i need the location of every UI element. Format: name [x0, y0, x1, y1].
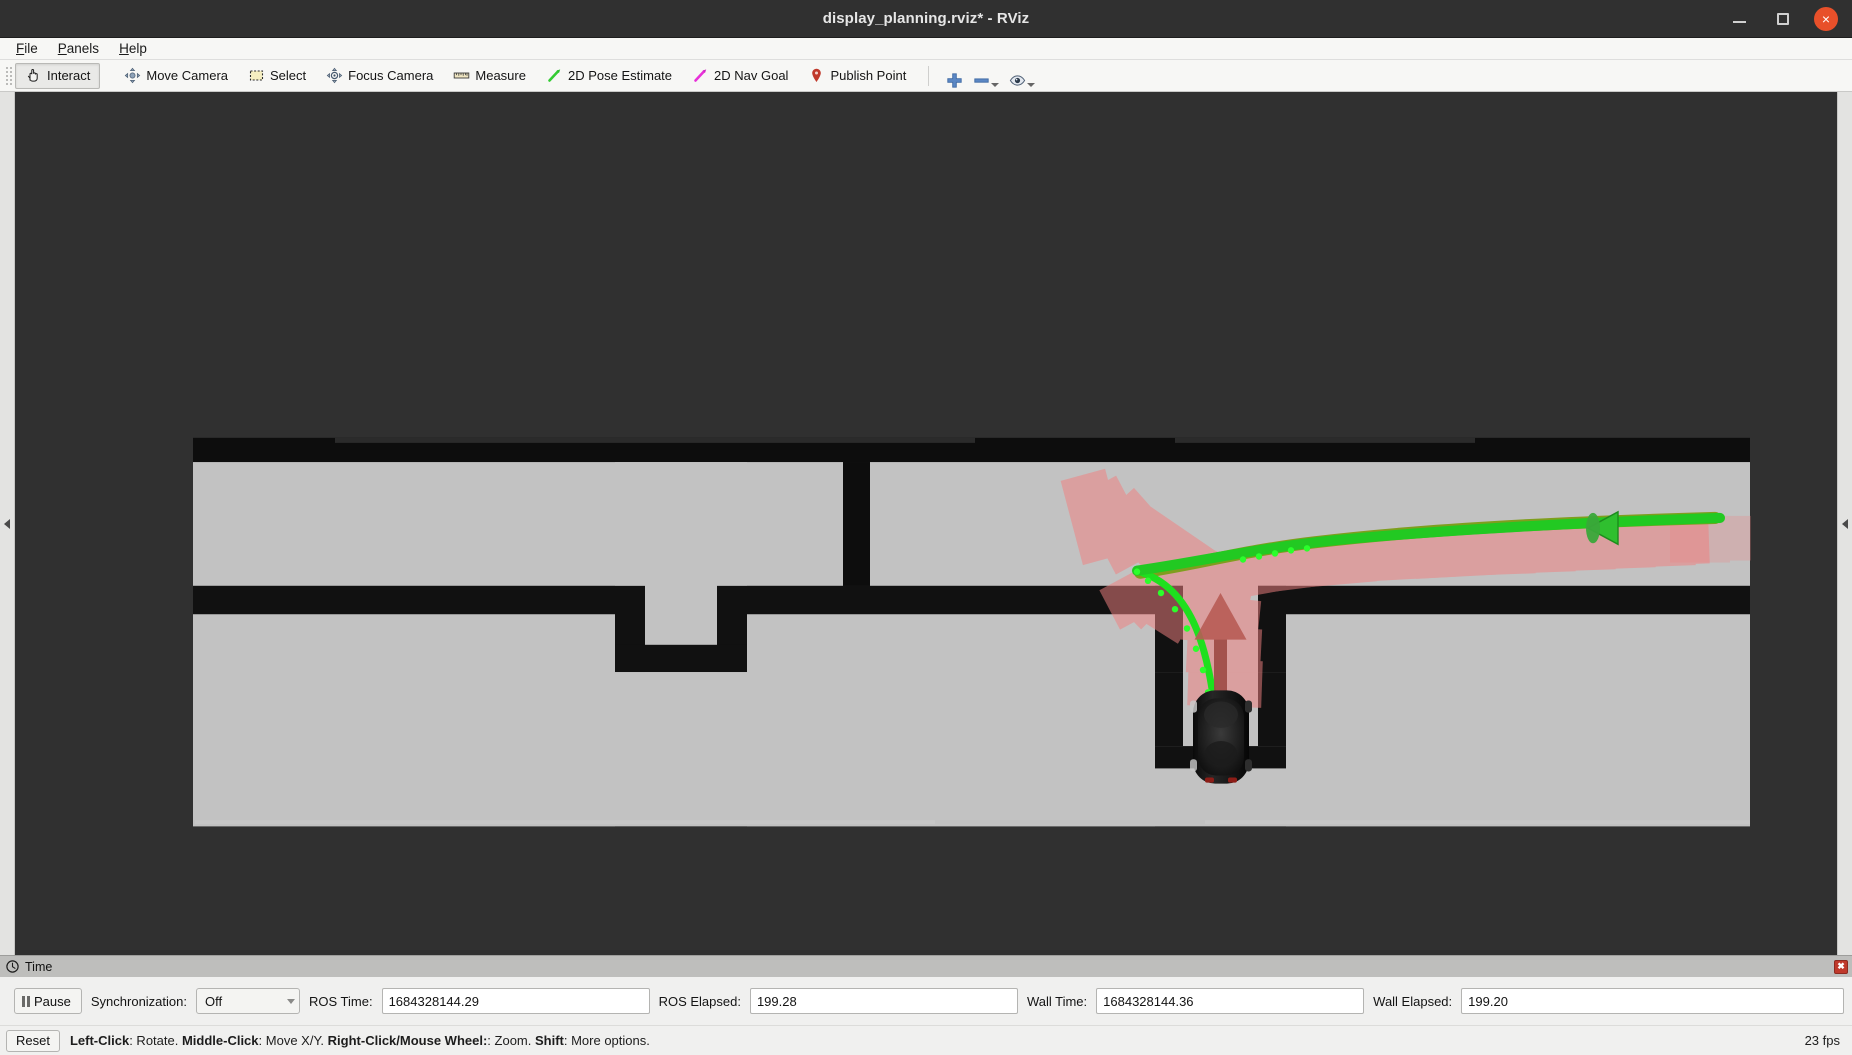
plus-icon	[947, 72, 962, 88]
title-bar: display_planning.rviz* - RViz ×	[0, 0, 1852, 38]
tool-publish-point-label: Publish Point	[830, 68, 907, 83]
expand-right-panel-icon[interactable]	[1842, 518, 1848, 529]
tool-focus-camera[interactable]: Focus Camera	[316, 63, 443, 89]
time-panel-title: Time	[25, 959, 53, 974]
wall-time-value: 1684328144.36	[1103, 993, 1194, 1009]
pause-button[interactable]: Pause	[14, 988, 82, 1014]
wall-time-label: Wall Time:	[1026, 993, 1088, 1009]
select-rectangle-icon	[249, 70, 264, 81]
magenta-arrow-icon	[694, 69, 707, 82]
move-camera-icon	[125, 67, 141, 84]
ros-time-value: 1684328144.29	[388, 993, 479, 1009]
ros-time-label: ROS Time:	[309, 993, 373, 1009]
synchronization-value: Off	[205, 993, 223, 1009]
chevron-down-icon[interactable]	[991, 82, 1000, 87]
menu-file-mnemonic: F	[16, 41, 25, 56]
tool-select-label: Select	[270, 68, 307, 83]
hint-left-click-rest: : Rotate.	[129, 1033, 182, 1048]
reset-button-label: Reset	[16, 1033, 50, 1048]
tool-2d-nav-goal[interactable]: 2D Nav Goal	[682, 63, 798, 89]
hint-middle-click: Middle-Click	[181, 1033, 259, 1048]
menu-panels-label: anels	[66, 41, 100, 56]
hint-right-click: Right-Click/Mouse Wheel:	[327, 1033, 488, 1048]
menu-help-label: elp	[128, 41, 147, 56]
chevron-down-icon	[287, 998, 295, 1004]
ros-time-field[interactable]: 1684328144.29	[381, 988, 650, 1014]
toolbar-drag-handle[interactable]	[4, 64, 12, 87]
add-tool-button[interactable]	[941, 63, 968, 89]
time-panel: Pause Synchronization: Off ROS Time: 168…	[0, 977, 1852, 1025]
map-pin-icon	[812, 68, 822, 82]
expand-left-panel-icon[interactable]	[4, 518, 10, 529]
menu-help[interactable]: Help	[109, 39, 157, 58]
map-structure	[193, 437, 1750, 827]
tool-2d-nav-goal-label: 2D Nav Goal	[714, 68, 789, 83]
tool-interact-label: Interact	[47, 68, 91, 83]
wall-elapsed-value: 199.20	[1468, 993, 1508, 1009]
view-area	[0, 92, 1852, 955]
window-controls: ×	[1726, 6, 1852, 32]
tool-move-camera[interactable]: Move Camera	[114, 63, 238, 89]
robot-model	[1190, 690, 1252, 784]
toolbar-divider	[928, 65, 930, 86]
hint-shift-rest: : More options.	[563, 1033, 650, 1048]
window-title: display_planning.rviz* - RViz	[822, 10, 1030, 27]
menu-file[interactable]: File	[6, 39, 48, 58]
synchronization-select[interactable]: Off	[196, 988, 300, 1014]
pause-button-label: Pause	[34, 993, 71, 1009]
menu-help-mnemonic: H	[119, 41, 129, 56]
maximize-icon[interactable]	[1770, 6, 1796, 32]
tool-focus-camera-label: Focus Camera	[348, 68, 434, 83]
tool-interact[interactable]: Interact	[15, 62, 101, 89]
focus-camera-icon	[326, 67, 343, 84]
close-icon[interactable]: ×	[1814, 6, 1838, 31]
menu-file-label: ile	[24, 41, 38, 56]
remove-tool-button[interactable]	[968, 63, 1004, 89]
tool-2d-pose-estimate-label: 2D Pose Estimate	[567, 68, 673, 83]
hint-left-click: Left-Click	[69, 1033, 130, 1048]
occupancy-map-scene	[15, 92, 1837, 955]
views-panel-handle[interactable]	[1837, 92, 1852, 955]
wall-time-field[interactable]: 1684328144.36	[1096, 988, 1365, 1014]
hint-middle-click-rest: : Move X/Y.	[258, 1033, 328, 1048]
wall-elapsed-label: Wall Elapsed:	[1373, 993, 1453, 1009]
hint-shift: Shift	[534, 1033, 564, 1048]
wall-elapsed-field[interactable]: 199.20	[1461, 988, 1844, 1014]
tool-bar: Interact Move Camera Select Focus Camera…	[0, 60, 1852, 92]
displays-panel-handle[interactable]	[0, 92, 15, 955]
chevron-down-icon[interactable]	[1027, 82, 1036, 87]
ros-elapsed-field[interactable]: 199.28	[749, 988, 1018, 1014]
eye-icon	[1010, 74, 1026, 86]
ros-elapsed-value: 199.28	[756, 993, 797, 1009]
hand-cursor-icon	[27, 68, 38, 82]
pause-icon	[22, 995, 30, 1007]
time-panel-title-bar: Time ✖	[0, 955, 1852, 977]
tool-2d-pose-estimate[interactable]: 2D Pose Estimate	[536, 63, 682, 89]
tool-measure[interactable]: Measure	[443, 63, 536, 89]
hint-right-click-rest: : Zoom.	[487, 1033, 535, 1048]
clock-icon	[6, 960, 19, 973]
tool-move-camera-label: Move Camera	[146, 68, 228, 83]
reset-button[interactable]: Reset	[6, 1029, 60, 1052]
minimize-icon[interactable]	[1726, 6, 1752, 32]
visibility-tool-button[interactable]	[1004, 63, 1040, 89]
tool-publish-point[interactable]: Publish Point	[798, 63, 916, 89]
status-bar: Reset Left-Click: Rotate. Middle-Click: …	[0, 1025, 1852, 1055]
fps-counter: 23 fps	[1804, 1033, 1840, 1048]
mouse-hint-text: Left-Click: Rotate. Middle-Click: Move X…	[70, 1033, 650, 1048]
render-viewport[interactable]	[15, 92, 1837, 955]
ros-elapsed-label: ROS Elapsed:	[658, 993, 741, 1009]
minus-icon	[974, 77, 989, 83]
time-panel-close-button[interactable]: ✖	[1834, 959, 1848, 974]
tool-measure-label: Measure	[475, 68, 526, 83]
menu-bar: File Panels Help	[0, 38, 1852, 60]
menu-panels-mnemonic: P	[57, 41, 67, 56]
synchronization-label: Synchronization:	[90, 993, 187, 1009]
ruler-icon	[454, 72, 470, 79]
menu-panels[interactable]: Panels	[48, 39, 109, 58]
rviz-window: display_planning.rviz* - RViz × File Pan…	[0, 0, 1852, 1055]
green-arrow-icon	[548, 69, 561, 82]
tool-select[interactable]: Select	[238, 63, 316, 89]
